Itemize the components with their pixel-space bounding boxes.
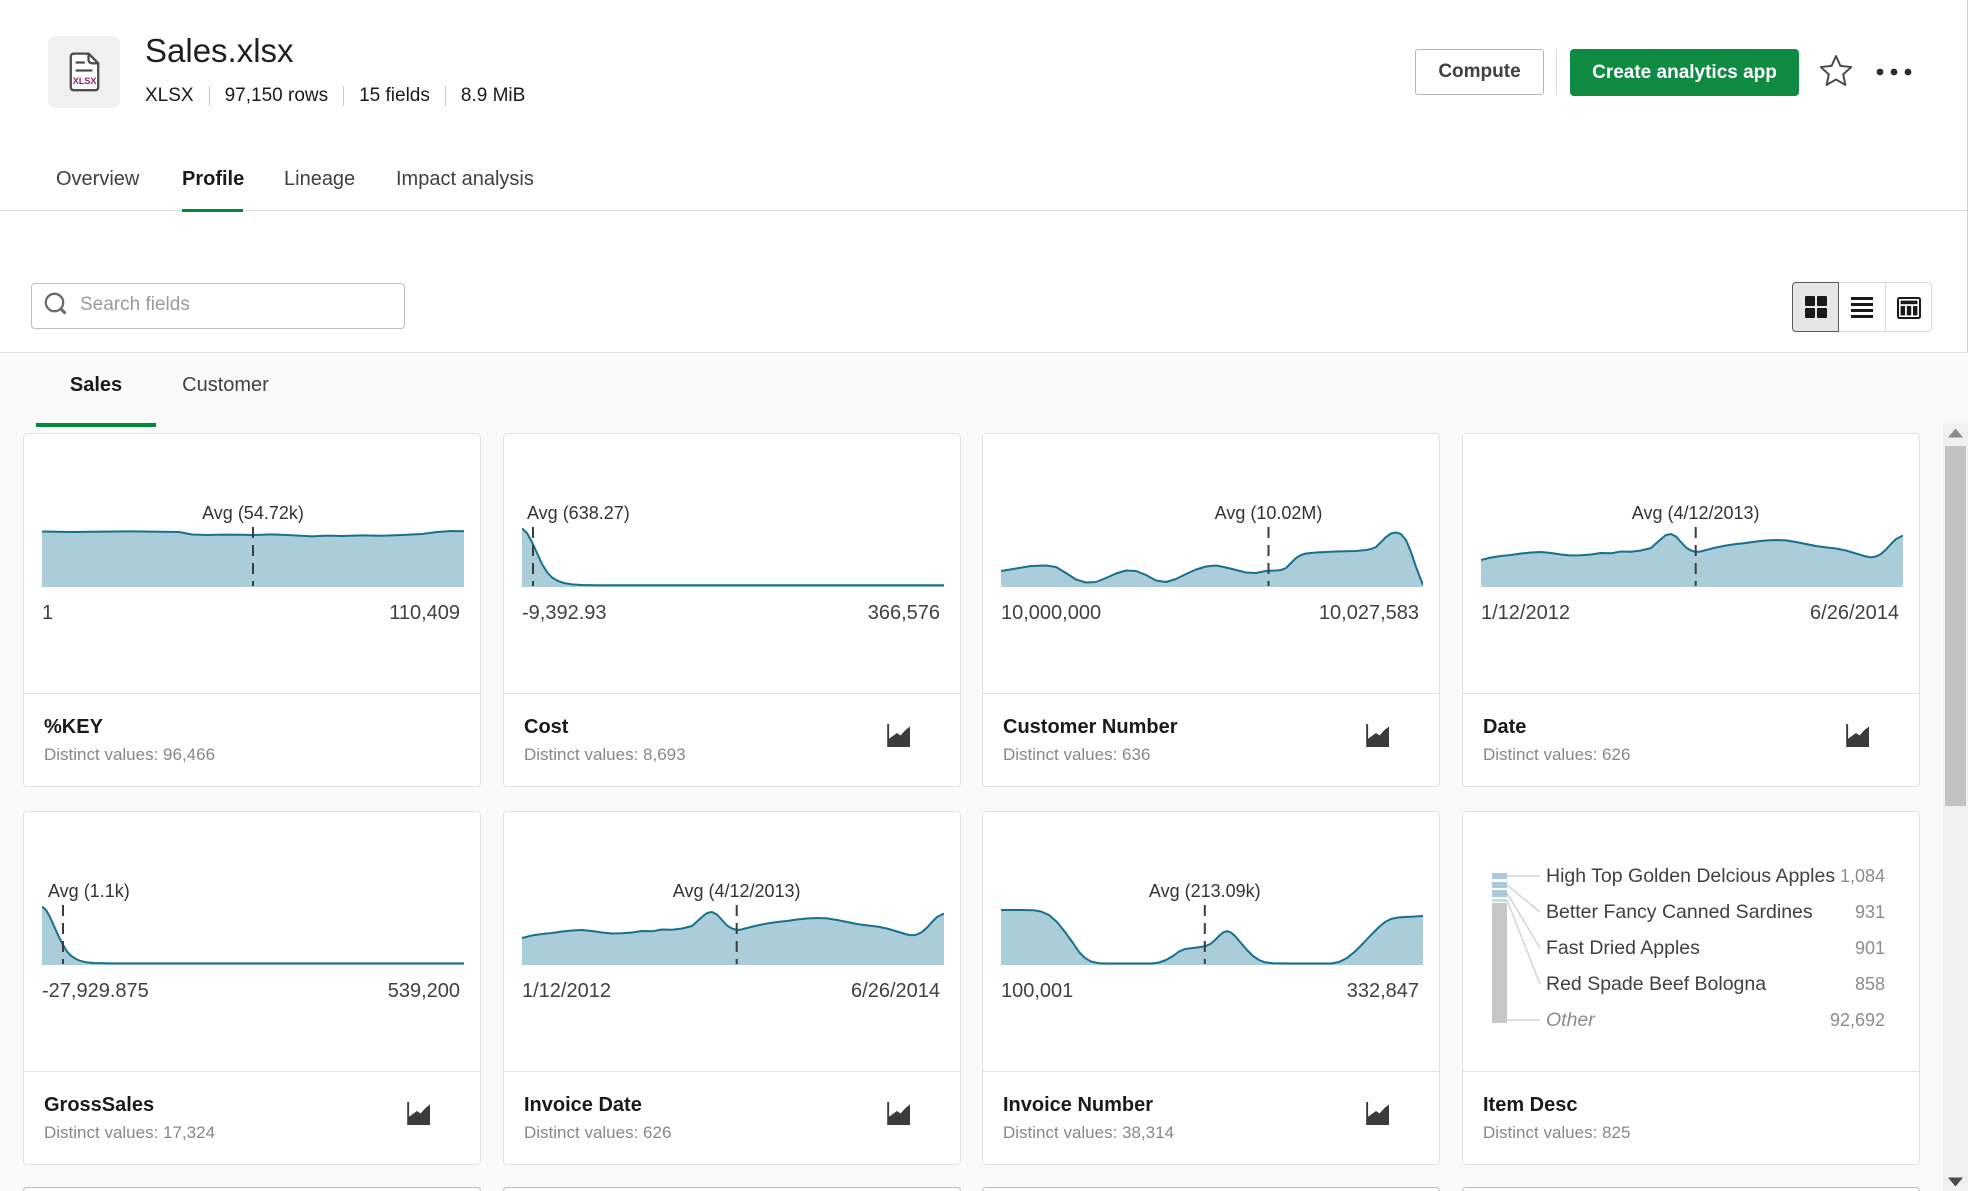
- svg-text:XLSX: XLSX: [73, 75, 98, 86]
